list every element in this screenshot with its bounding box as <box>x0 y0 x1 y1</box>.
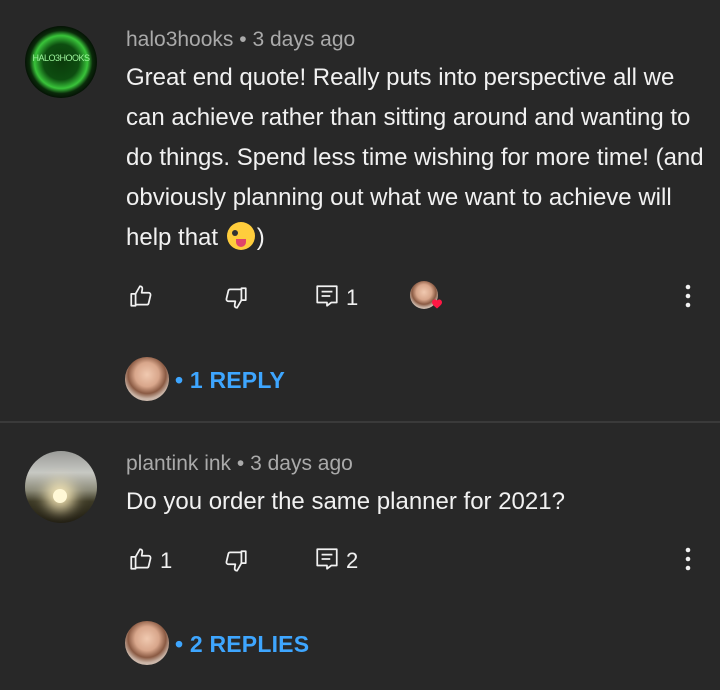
comment-item: HALO3HOOKS halo3hooks • 3 days ago Great… <box>0 0 720 422</box>
more-vertical-icon <box>685 547 691 571</box>
reply-author-avatar <box>125 621 169 665</box>
dislike-button[interactable] <box>223 548 249 574</box>
comment-meta: plantink ink • 3 days ago <box>126 452 353 476</box>
sunset-image <box>53 489 67 503</box>
view-replies-link[interactable]: • 2 REPLIES <box>175 631 309 658</box>
more-options-button[interactable] <box>678 283 698 309</box>
winking-face-with-tongue-emoji <box>226 222 255 250</box>
comment-meta: halo3hooks • 3 days ago <box>126 28 355 52</box>
replies-bullet: • <box>175 631 184 657</box>
replies-label: 1 REPLY <box>189 367 286 393</box>
author-avatar[interactable]: HALO3HOOKS <box>25 26 97 98</box>
more-options-button[interactable] <box>678 546 698 572</box>
like-count: 1 <box>160 548 173 573</box>
meta-separator: • <box>233 28 253 51</box>
like-button[interactable] <box>128 546 154 572</box>
author-name[interactable]: halo3hooks <box>126 28 233 51</box>
heart-icon <box>432 299 442 309</box>
replies-bullet: • <box>175 367 184 393</box>
view-replies-link[interactable]: • 1 REPLY <box>175 367 285 394</box>
thumbs-up-icon <box>130 548 152 570</box>
reply-button[interactable] <box>314 546 340 572</box>
author-name[interactable]: plantink ink <box>126 452 231 475</box>
dislike-button[interactable] <box>223 285 249 311</box>
meta-separator: • <box>231 452 251 475</box>
comment-time: 3 days ago <box>250 452 353 475</box>
replies-label: 2 REPLIES <box>189 631 310 657</box>
comment-text-content: Great end quote! Really puts into perspe… <box>126 64 704 251</box>
comment-text: Do you order the same planner for 2021? <box>126 488 565 515</box>
comment-text-end: ) <box>256 224 265 251</box>
more-vertical-icon <box>685 284 691 308</box>
reply-author-avatar <box>125 357 169 401</box>
reply-count: 2 <box>346 548 359 573</box>
divider <box>0 421 720 423</box>
like-button[interactable] <box>128 283 154 309</box>
comment-text: Great end quote! Really puts into perspe… <box>126 58 706 258</box>
reply-count: 1 <box>346 285 359 310</box>
avatar-logo-text: HALO3HOOKS <box>32 53 90 63</box>
thumbs-down-icon <box>225 287 247 309</box>
reply-button[interactable] <box>314 283 340 309</box>
author-avatar[interactable] <box>25 451 97 523</box>
thumbs-up-icon <box>130 285 152 307</box>
comment-icon <box>316 285 338 307</box>
thumbs-down-icon <box>225 550 247 572</box>
comment-time: 3 days ago <box>252 28 356 51</box>
comment-icon <box>316 548 338 570</box>
